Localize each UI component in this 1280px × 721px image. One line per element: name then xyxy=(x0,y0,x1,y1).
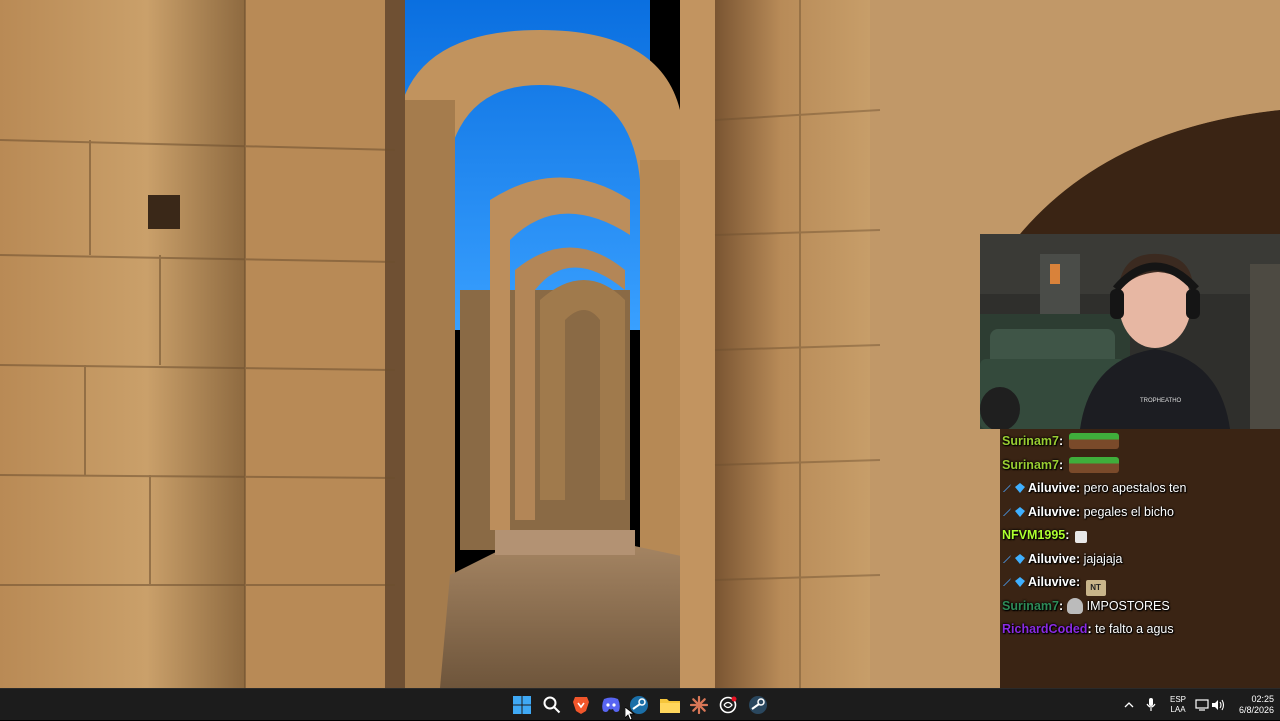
grass-emote-icon xyxy=(1068,433,1119,449)
steam-icon[interactable] xyxy=(747,694,769,716)
keyboard-layout: LAA xyxy=(1170,705,1186,714)
chat-text: IMPOSTORES xyxy=(1086,598,1170,613)
chat-text: pegales el bicho xyxy=(1083,504,1174,519)
sword-badge-icon xyxy=(1003,578,1011,586)
search-icon[interactable] xyxy=(541,694,563,716)
chat-message: Surinam7: IMPOSTORES xyxy=(1002,597,1170,614)
chat-username: Ailuvive xyxy=(1028,575,1076,589)
claude-icon[interactable] xyxy=(688,694,710,716)
chat-username: Ailuvive xyxy=(1028,551,1076,566)
sword-badge-icon xyxy=(1003,507,1011,516)
microphone-icon[interactable] xyxy=(1142,694,1160,716)
chat-message: Ailuvive: pero apestalos ten xyxy=(1002,477,1280,501)
clock-date: 6/8/2026 xyxy=(1238,705,1274,715)
clock-time: 02:25 xyxy=(1251,694,1274,704)
gem-badge-icon xyxy=(1015,553,1025,564)
system-clock[interactable]: 02:25 6/8/2026 xyxy=(1226,694,1274,716)
chat-username: Surinam7 xyxy=(1002,598,1059,613)
chat-text: pero apestalos ten xyxy=(1083,481,1187,495)
chat-message: RichardCoded: te falto a agus xyxy=(1002,622,1174,636)
chat-username: NFVM1995 xyxy=(1002,528,1066,542)
brave-browser-icon[interactable] xyxy=(570,694,592,716)
gem-badge-icon xyxy=(1015,577,1025,587)
chat-username: RichardCoded xyxy=(1002,622,1088,636)
file-explorer-icon[interactable] xyxy=(659,694,681,716)
grass-emote-icon xyxy=(1068,456,1119,473)
chatgpt-icon[interactable] xyxy=(717,694,739,716)
chat-username: Ailuvive xyxy=(1028,481,1076,495)
chat-message: Ailuvive: pegales el bicho xyxy=(1002,501,1280,525)
chat-message: Surinam7: xyxy=(1002,454,1280,478)
nt-emote-icon: NT xyxy=(1085,580,1106,596)
chevron-up-icon[interactable] xyxy=(1120,694,1138,716)
chat-message: Ailuvive: NT xyxy=(1002,571,1280,596)
language-code: ESP xyxy=(1169,695,1186,704)
mouse-cursor-icon xyxy=(625,707,635,721)
chat-message: NFVM1995: xyxy=(1002,524,1280,548)
gem-badge-icon xyxy=(1015,506,1025,517)
sword-badge-icon xyxy=(1003,484,1011,492)
chat-username: Surinam7 xyxy=(1002,457,1059,472)
svg-text:TROPHEATHO: TROPHEATHO xyxy=(1140,398,1182,404)
chat-message: Ailuvive: jajajaja xyxy=(1002,548,1280,572)
small-emote-icon xyxy=(1074,531,1087,543)
windows-start-icon[interactable] xyxy=(511,694,533,716)
gem-badge-icon xyxy=(1015,483,1025,493)
language-indicator[interactable]: ESP LAA xyxy=(1168,695,1188,715)
taskbar: ESP LAA 02:25 6/8/2026 xyxy=(0,688,1280,720)
ghost-emote-icon xyxy=(1066,597,1083,614)
sword-badge-icon xyxy=(1003,554,1011,563)
stream-chat: Surinam7: Surinam7: Ailuvive: pero apest… xyxy=(1002,430,1280,642)
chat-username: Ailuvive xyxy=(1028,504,1076,519)
volume-icon[interactable] xyxy=(1210,694,1226,716)
chat-text: jajajaja xyxy=(1083,551,1123,566)
chat-username: Surinam7 xyxy=(1002,434,1059,448)
chat-text: te falto a agus xyxy=(1095,622,1174,636)
network-icon[interactable] xyxy=(1194,694,1210,716)
discord-icon[interactable] xyxy=(600,694,622,716)
chat-message: Surinam7: xyxy=(1002,430,1280,454)
webcam-overlay: TROPHEATHO xyxy=(980,234,1280,429)
